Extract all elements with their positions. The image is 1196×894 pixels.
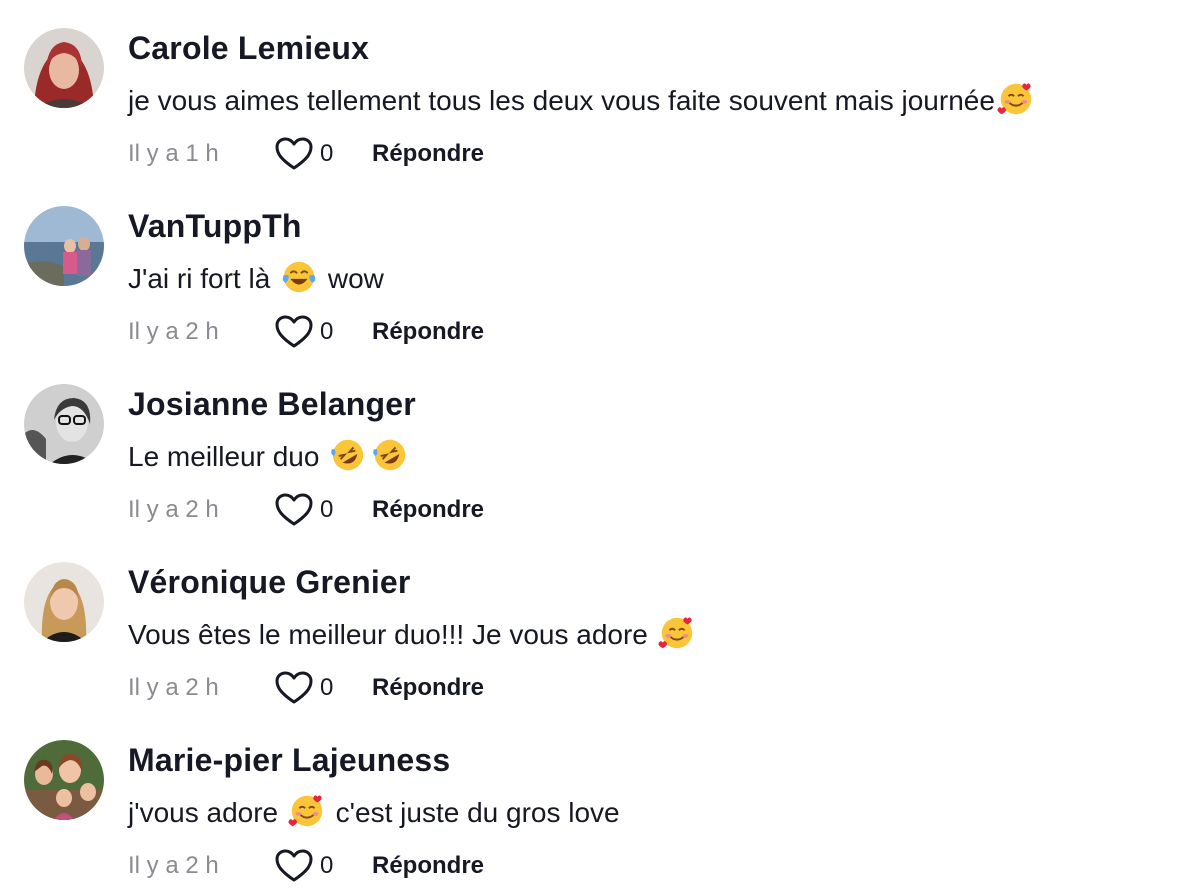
reply-button[interactable]: Répondre — [372, 140, 484, 168]
heart-icon — [274, 848, 314, 884]
avatar[interactable] — [24, 28, 104, 108]
heart-icon — [274, 314, 314, 350]
comment-author[interactable]: Josianne Belanger — [128, 386, 416, 423]
comment-meta: Il y a 2 h 0 Répondre — [128, 668, 484, 708]
heart-icon — [274, 492, 314, 528]
comment-item: VanTuppTh J'ai ri fort là wow Il y a 2 h… — [0, 178, 1196, 356]
comment-meta: Il y a 2 h 0 Répondre — [128, 312, 484, 352]
like-button[interactable]: 0 — [274, 670, 372, 706]
avatar[interactable] — [24, 740, 104, 820]
smiling-face-with-hearts-icon — [288, 792, 326, 830]
smiling-face-with-hearts-icon — [997, 80, 1035, 118]
rolling-on-floor-laughing-icon — [371, 436, 409, 474]
comment-meta: Il y a 2 h 0 Répondre — [128, 490, 484, 530]
reply-button[interactable]: Répondre — [372, 674, 484, 702]
smiling-face-with-hearts-icon — [658, 614, 696, 652]
comment-author[interactable]: VanTuppTh — [128, 208, 302, 245]
like-count: 0 — [320, 852, 334, 879]
like-count: 0 — [320, 674, 334, 701]
comment-item: Josianne Belanger Le meilleur duo Il y a… — [0, 356, 1196, 534]
comment-text-part: wow — [327, 263, 384, 294]
comment-text-part: J'ai ri fort là — [128, 263, 271, 294]
comment-text-part: Le meilleur duo — [128, 441, 320, 472]
comment-time: Il y a 2 h — [128, 852, 219, 879]
avatar[interactable] — [24, 384, 104, 464]
comment-time: Il y a 1 h — [128, 140, 219, 167]
like-count: 0 — [320, 140, 334, 167]
face-with-tears-of-joy-icon — [280, 258, 318, 296]
heart-icon — [274, 670, 314, 706]
comment-text-part: je vous aimes tellement tous les deux vo… — [128, 85, 995, 116]
avatar[interactable] — [24, 562, 104, 642]
comment-item: Véronique Grenier Vous êtes le meilleur … — [0, 534, 1196, 712]
rolling-on-floor-laughing-icon — [329, 436, 367, 474]
reply-button[interactable]: Répondre — [372, 496, 484, 524]
comment-meta: Il y a 2 h 0 Répondre — [128, 846, 484, 886]
comment-text-part: Vous êtes le meilleur duo!!! Je vous ado… — [128, 619, 648, 650]
like-button[interactable]: 0 — [274, 314, 372, 350]
comment-text: Vous êtes le meilleur duo!!! Je vous ado… — [128, 614, 698, 652]
comment-time: Il y a 2 h — [128, 674, 219, 701]
comment-text-part: j'vous adore — [128, 797, 279, 828]
like-button[interactable]: 0 — [274, 848, 372, 884]
comment-author[interactable]: Marie-pier Lajeuness — [128, 742, 450, 779]
comment-text: je vous aimes tellement tous les deux vo… — [128, 80, 1037, 118]
reply-button[interactable]: Répondre — [372, 852, 484, 880]
comment-text-part: c'est juste du gros love — [335, 797, 620, 828]
comment-author[interactable]: Carole Lemieux — [128, 30, 369, 67]
avatar[interactable] — [24, 206, 104, 286]
heart-icon — [274, 136, 314, 172]
comment-item: Marie-pier Lajeuness j'vous adore c'est … — [0, 712, 1196, 890]
like-button[interactable]: 0 — [274, 492, 372, 528]
comment-meta: Il y a 1 h 0 Répondre — [128, 134, 484, 174]
comment-text: Le meilleur duo — [128, 436, 411, 474]
reply-button[interactable]: Répondre — [372, 318, 484, 346]
like-count: 0 — [320, 496, 334, 523]
comment-time: Il y a 2 h — [128, 496, 219, 523]
comment-time: Il y a 2 h — [128, 318, 219, 345]
comment-text: J'ai ri fort là wow — [128, 258, 384, 296]
comment-item: Carole Lemieux je vous aimes tellement t… — [0, 0, 1196, 178]
like-count: 0 — [320, 318, 334, 345]
like-button[interactable]: 0 — [274, 136, 372, 172]
comment-text: j'vous adore c'est juste du gros love — [128, 792, 620, 830]
comment-author[interactable]: Véronique Grenier — [128, 564, 411, 601]
